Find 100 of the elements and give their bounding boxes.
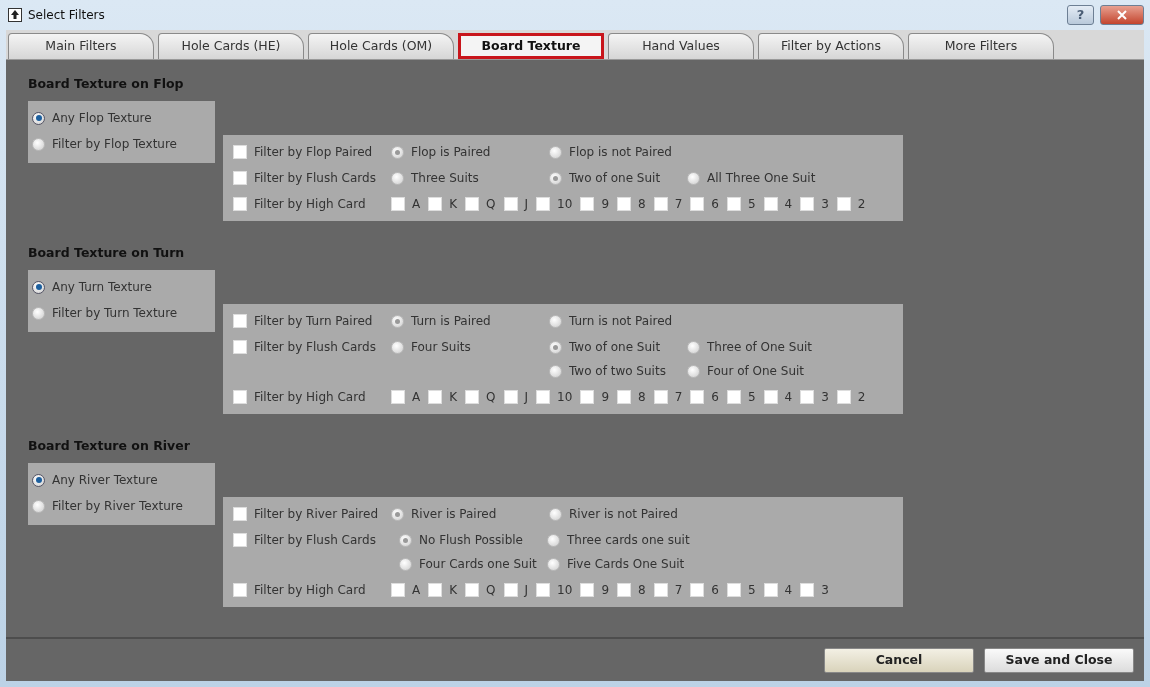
card-option[interactable]: 9 [580,581,609,599]
radio-icon[interactable] [391,145,404,159]
radio-option[interactable]: Any Turn Texture [32,278,211,296]
radio-option[interactable]: All Three One Suit [687,169,816,187]
checkbox[interactable] [763,390,778,404]
checkbox[interactable] [233,390,247,404]
radio-icon[interactable] [32,306,45,320]
checkbox[interactable] [503,390,518,404]
card-option[interactable]: 4 [763,581,793,599]
radio-option[interactable]: Filter by Turn Texture [32,304,211,322]
checkbox[interactable] [536,583,551,597]
radio-icon[interactable] [391,507,404,521]
radio-option[interactable]: Three of One Suit [687,338,813,356]
card-option[interactable]: Q [465,195,496,213]
checkbox[interactable] [690,390,705,404]
checkbox[interactable] [617,197,631,211]
card-option[interactable]: 5 [726,581,756,599]
card-option[interactable]: Q [465,581,496,599]
checkbox[interactable] [233,533,247,547]
radio-option[interactable]: Three cards one suit [547,531,690,549]
card-option[interactable]: 9 [580,195,609,213]
checkbox[interactable] [763,197,778,211]
card-option[interactable]: 2 [836,195,866,213]
radio-icon[interactable] [399,533,412,547]
radio-icon[interactable] [549,145,562,159]
checkbox[interactable] [726,583,741,597]
card-option[interactable]: K [428,195,458,213]
radio-option[interactable]: Filter by River Texture [32,497,211,515]
card-option[interactable]: 10 [536,581,573,599]
tab[interactable]: More Filters [908,33,1054,59]
radio-icon[interactable] [32,137,45,151]
checkbox[interactable] [763,583,778,597]
checkbox[interactable] [536,390,551,404]
card-option[interactable]: 3 [800,195,829,213]
card-option[interactable]: 8 [617,195,646,213]
radio-icon[interactable] [32,499,45,513]
card-option[interactable]: 3 [800,388,829,406]
checkbox[interactable] [233,314,247,328]
checkbox[interactable] [465,583,480,597]
radio-icon[interactable] [391,171,404,185]
tab[interactable]: Main Filters [8,33,154,59]
radio-option[interactable]: Two of one Suit [549,169,687,187]
radio-option[interactable]: Two of one Suit [549,338,687,356]
card-option[interactable]: 10 [536,195,573,213]
card-option[interactable]: 6 [690,388,719,406]
radio-icon[interactable] [687,364,700,378]
checkbox[interactable] [800,390,815,404]
radio-icon[interactable] [549,507,562,521]
card-option[interactable]: A [391,388,421,406]
card-option[interactable]: J [503,195,529,213]
radio-icon[interactable] [32,280,45,294]
radio-icon[interactable] [549,364,562,378]
checkbox[interactable] [836,197,851,211]
checkbox[interactable] [428,583,443,597]
radio-option[interactable]: Any Flop Texture [32,109,211,127]
card-option[interactable]: K [428,581,458,599]
radio-option[interactable]: Any River Texture [32,471,211,489]
radio-icon[interactable] [32,111,45,125]
checkbox[interactable] [690,583,705,597]
save-button[interactable]: Save and Close [984,647,1134,673]
checkbox[interactable] [465,197,480,211]
tab[interactable]: Hole Cards (HE) [158,33,304,59]
card-option[interactable]: Q [465,388,496,406]
checkbox[interactable] [503,583,518,597]
checkbox[interactable] [391,583,405,597]
checkbox[interactable] [726,390,741,404]
checkbox-option[interactable]: Filter by High Card [233,388,391,406]
checkbox[interactable] [391,197,405,211]
card-option[interactable]: A [391,581,421,599]
radio-icon[interactable] [547,557,560,571]
card-option[interactable]: J [503,388,529,406]
radio-icon[interactable] [391,340,404,354]
checkbox[interactable] [233,197,247,211]
checkbox-option[interactable]: Filter by High Card [233,195,391,213]
checkbox-option[interactable]: Filter by High Card [233,581,391,599]
radio-icon[interactable] [391,314,404,328]
cancel-button[interactable]: Cancel [824,647,974,673]
card-option[interactable]: 7 [653,388,683,406]
checkbox[interactable] [836,390,851,404]
tab[interactable]: Board Texture [458,33,604,59]
radio-option[interactable]: Two of two Suits [549,362,687,380]
checkbox[interactable] [233,507,247,521]
radio-icon[interactable] [399,557,412,571]
radio-option[interactable]: Three Suits [391,169,549,187]
card-option[interactable]: 8 [617,388,646,406]
checkbox[interactable] [580,390,595,404]
radio-option[interactable]: Four of One Suit [687,362,813,380]
checkbox-option[interactable]: Filter by Flush Cards [233,338,391,356]
radio-option[interactable]: Five Cards One Suit [547,555,690,573]
checkbox[interactable] [233,583,247,597]
checkbox[interactable] [503,197,518,211]
radio-option[interactable]: Flop is not Paired [549,143,687,161]
radio-icon[interactable] [687,171,700,185]
radio-icon[interactable] [549,314,562,328]
close-button[interactable] [1100,5,1144,25]
checkbox[interactable] [653,197,668,211]
radio-icon[interactable] [547,533,560,547]
checkbox[interactable] [233,340,247,354]
card-option[interactable]: 2 [836,388,866,406]
checkbox[interactable] [428,390,443,404]
